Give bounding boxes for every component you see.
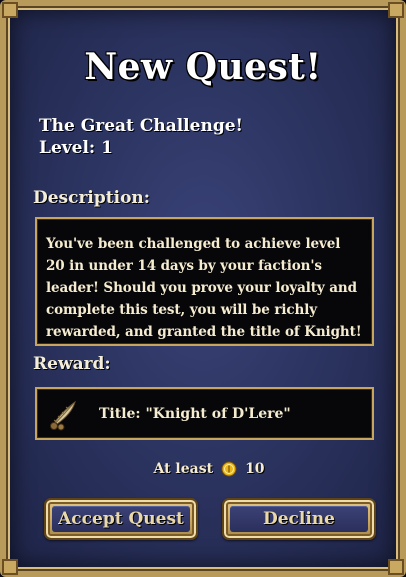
description-text: You've been challenged to achieve level …	[46, 236, 362, 340]
frame-corner	[388, 559, 404, 575]
reward-label: Reward:	[33, 354, 111, 374]
decline-button[interactable]: Decline	[222, 498, 376, 540]
frame-corner	[388, 2, 404, 18]
description-label: Description:	[33, 188, 151, 208]
dialog-title: New Quest!	[84, 46, 322, 88]
reward-title-text: Title: "Knight of D'Lere"	[99, 406, 291, 422]
quest-dialog: New Quest! The Great Challenge! Level: 1…	[0, 0, 406, 577]
quest-name: The Great Challenge!	[39, 116, 243, 136]
cost-amount: 10	[245, 461, 265, 477]
gold-coin-icon	[221, 461, 237, 477]
decline-label: Decline	[262, 509, 335, 529]
accept-quest-label: Accept Quest	[58, 509, 184, 529]
cost-prefix: At least	[153, 461, 214, 477]
quest-level: Level: 1	[39, 138, 113, 158]
cost-row: At least 10	[6, 461, 406, 477]
description-box: You've been challenged to achieve level …	[35, 217, 374, 346]
frame-corner	[2, 2, 18, 18]
quill-feather-icon	[50, 400, 76, 431]
reward-box: Title: "Knight of D'Lere"	[35, 387, 374, 440]
frame-corner	[2, 559, 18, 575]
accept-quest-button[interactable]: Accept Quest	[44, 498, 198, 540]
